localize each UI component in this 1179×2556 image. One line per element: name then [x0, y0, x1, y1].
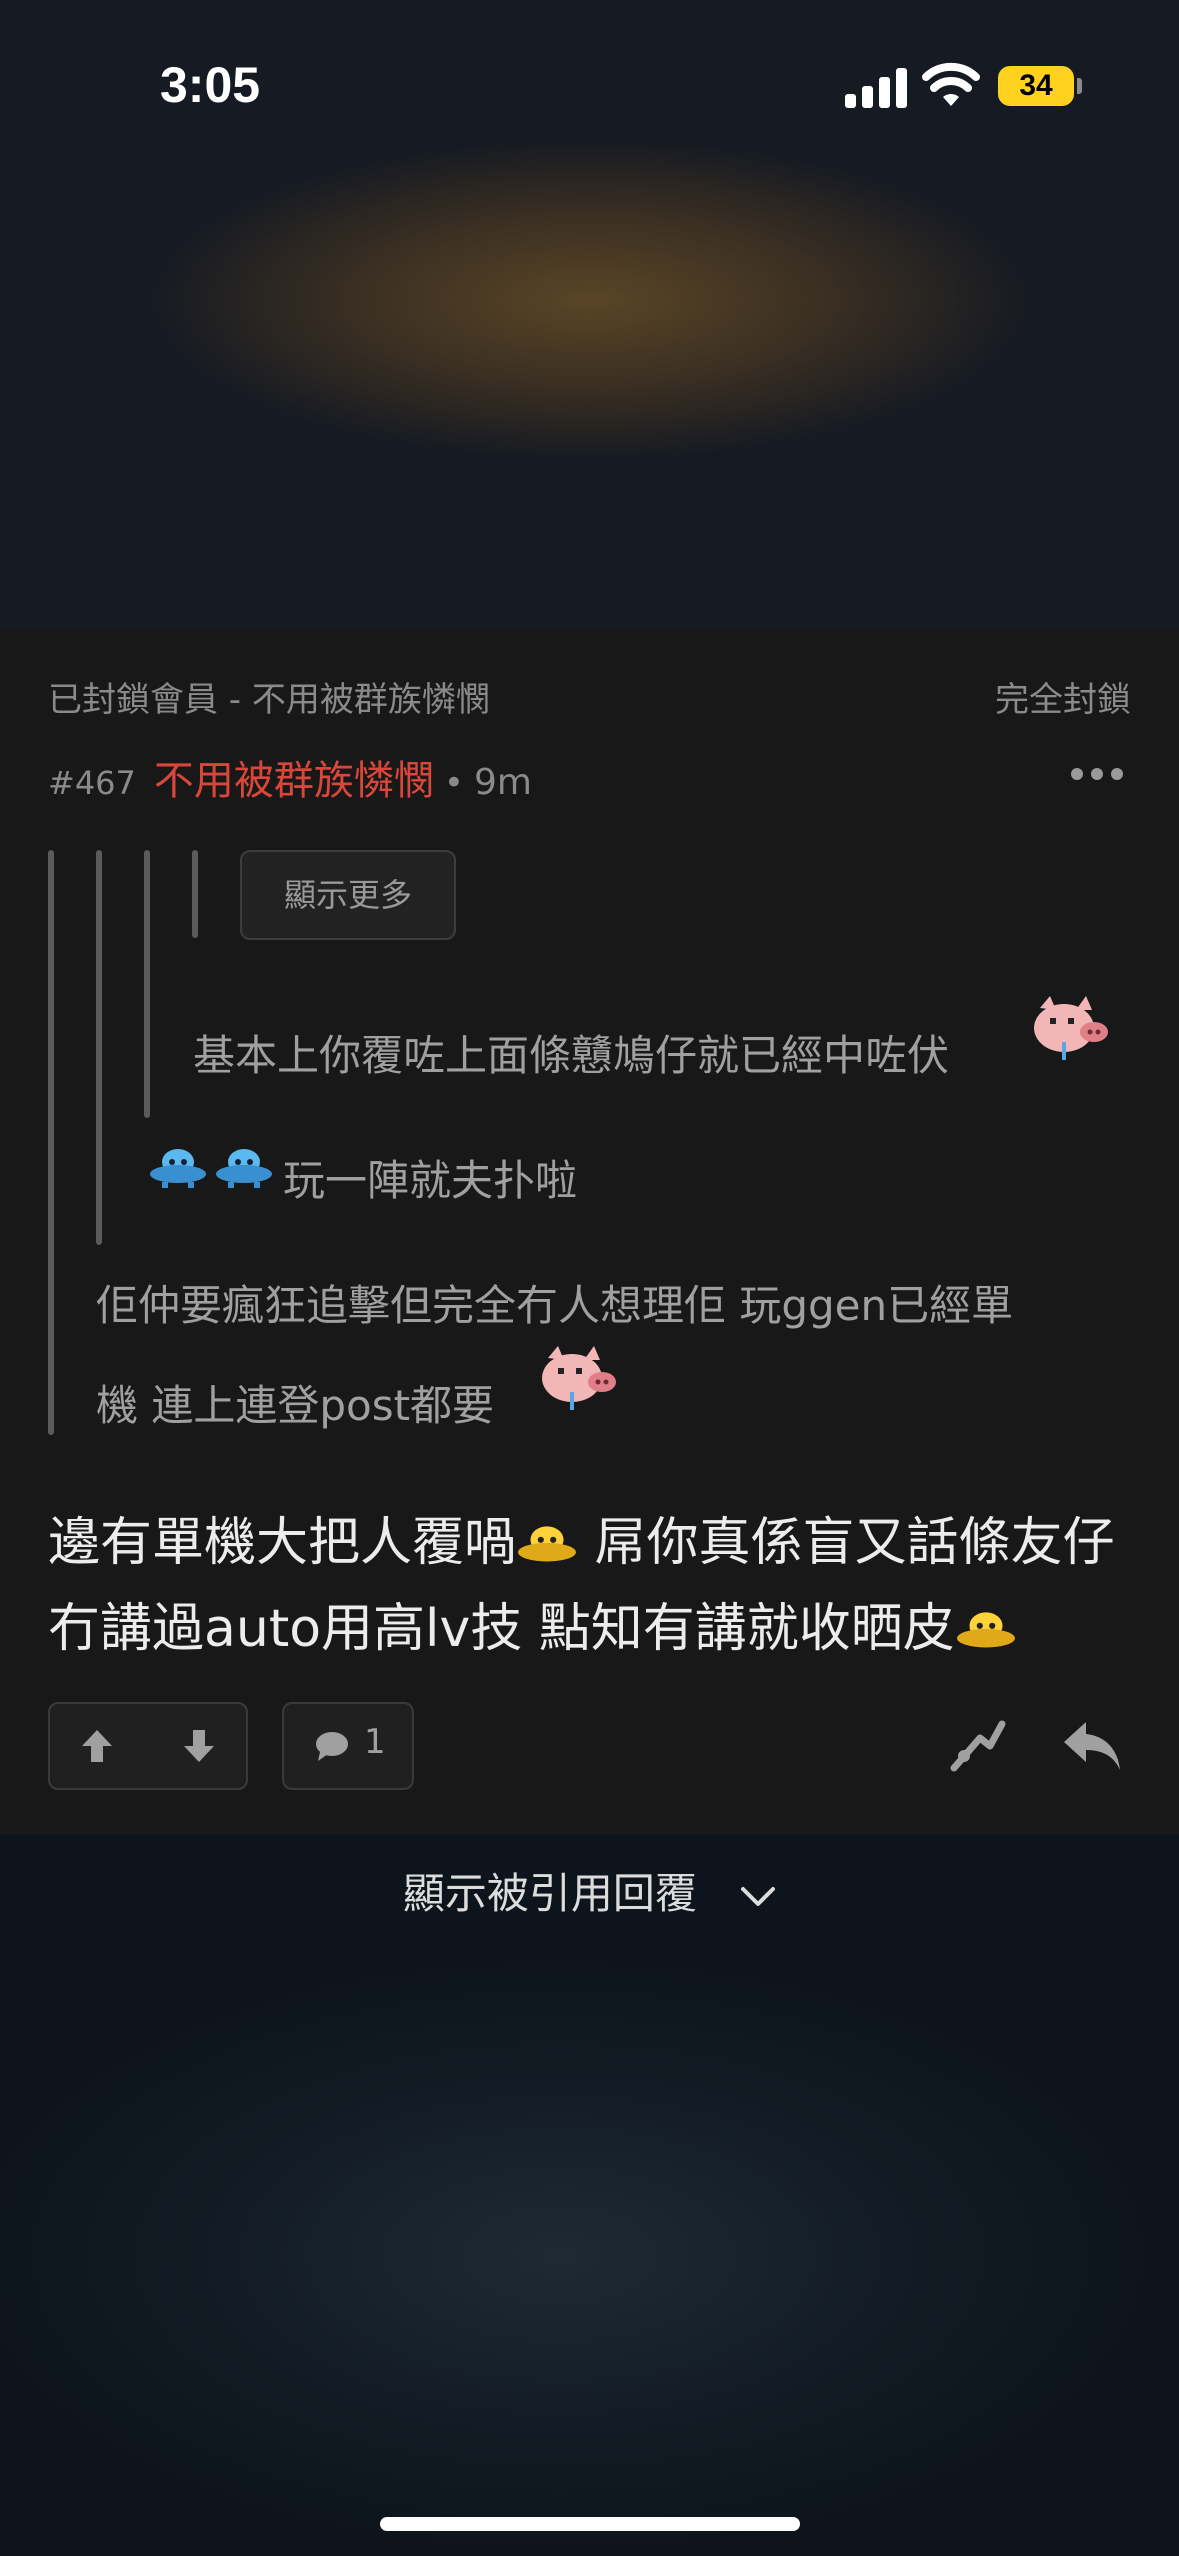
- show-more-button[interactable]: 顯示更多: [240, 850, 456, 940]
- quote-bar-2: [96, 850, 102, 1245]
- show-quoted-replies-label: 顯示被引用回覆: [402, 1869, 697, 1918]
- battery-cap: [1077, 78, 1082, 94]
- ufo-emoji-icon: [150, 1149, 206, 1188]
- comment-icon: [316, 1732, 348, 1761]
- more-icon[interactable]: [1071, 768, 1123, 782]
- post-body-line1a: 邊有單機大把人覆喎: [48, 1513, 517, 1573]
- vote-buttons: [48, 1702, 248, 1790]
- reply-count: 1: [364, 1722, 386, 1762]
- status-bar: 3:05 34: [0, 0, 1179, 170]
- home-indicator[interactable]: [380, 2517, 800, 2531]
- blocked-member-row: 已封鎖會員 - 不用被群族憐憫 完全封鎖: [48, 672, 1131, 721]
- post-body-line2: 冇講過auto用高lv技 點知有講就收晒皮: [48, 1586, 1138, 1672]
- post-body-line1: 邊有單機大把人覆喎 屌你真係盲又話條友仔: [48, 1500, 1138, 1586]
- block-completely-link[interactable]: 完全封鎖: [995, 672, 1131, 721]
- share-icon[interactable]: [950, 1718, 1006, 1772]
- post-username[interactable]: 不用被群族憐憫: [154, 758, 434, 804]
- status-time: 3:05: [160, 57, 261, 113]
- quote-bar-3: [144, 850, 150, 1118]
- show-quoted-replies-button[interactable]: 顯示被引用回覆: [0, 1860, 1179, 1921]
- post-body-line2-text: 冇講過auto用高lv技 點知有講就收晒皮: [48, 1599, 955, 1659]
- pig-emoji-icon: [1034, 996, 1108, 1060]
- upvote-icon[interactable]: [80, 1728, 114, 1764]
- wifi-icon: [922, 62, 980, 106]
- ufo-emoji-icon: [216, 1149, 272, 1188]
- downvote-icon[interactable]: [182, 1728, 216, 1764]
- comment-button[interactable]: 1: [282, 1702, 414, 1790]
- meta-separator: •: [443, 763, 464, 803]
- cellular-signal-icon: [845, 66, 907, 108]
- post-body-line1b: 屌你真係盲又話條友仔: [578, 1513, 1115, 1573]
- quote-level3-text: 基本上你覆咗上面條戇鳩仔就已經中咗伏: [193, 1031, 950, 1080]
- reply-icon[interactable]: [1060, 1718, 1124, 1772]
- post-meta: #467 不用被群族憐憫 • 9m: [48, 748, 532, 806]
- ufo-emoji-icon: [956, 1612, 1015, 1648]
- battery-level: 34: [1019, 69, 1053, 102]
- ufo-emoji-icon: [518, 1526, 576, 1562]
- battery-icon: 34: [998, 66, 1074, 106]
- post-card: 已封鎖會員 - 不用被群族憐憫 完全封鎖 #467 不用被群族憐憫 • 9m 顯示更多…: [0, 630, 1179, 1835]
- quote-level1-line2: 機 連上連登post都要: [96, 1381, 495, 1430]
- quote-level1-line1: 佢仲要瘋狂追擊但完全冇人想理佢 玩ggen已經單: [96, 1281, 1014, 1330]
- post-body: 邊有單機大把人覆喎 屌你真係盲又話條友仔 冇講過auto用高lv技 點知有講就收…: [48, 1500, 1138, 1672]
- chevron-down-icon: [741, 1886, 776, 1906]
- post-time: 9m: [473, 762, 532, 803]
- quote-bar-1: [48, 850, 54, 1435]
- blocked-member-label: 已封鎖會員 - 不用被群族憐憫: [48, 680, 490, 720]
- post-number: #467: [48, 764, 136, 802]
- quote-bar-4: [192, 850, 198, 938]
- blurred-footer-background: [0, 1835, 1179, 2556]
- quote-level2-text: 玩一陣就夫扑啦: [283, 1156, 578, 1205]
- pig-emoji-icon: [542, 1346, 616, 1410]
